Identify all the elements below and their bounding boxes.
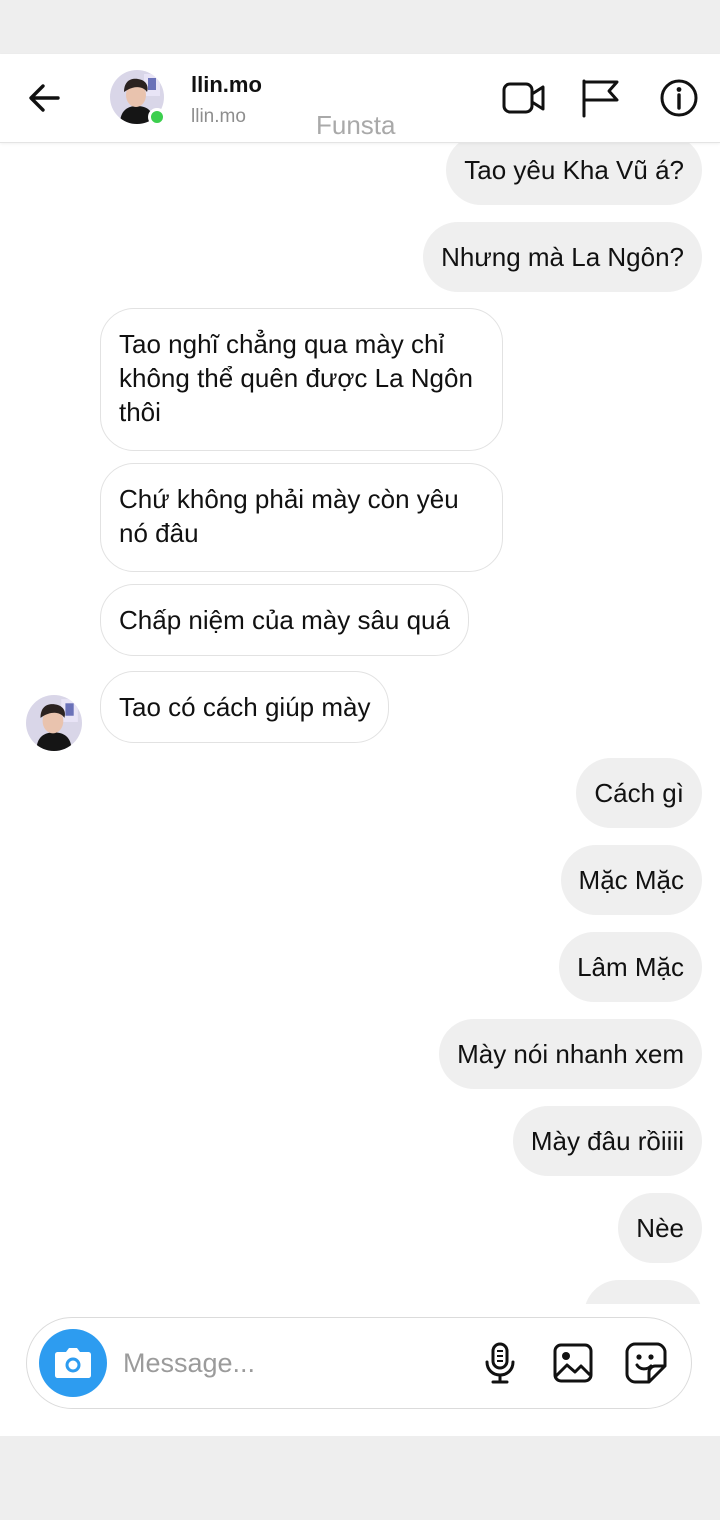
message-bubble-outgoing[interactable]: Nhưng mà La Ngôn? <box>423 222 702 292</box>
arrow-left-icon <box>29 84 60 112</box>
sticker-icon <box>625 1342 667 1384</box>
video-call-button[interactable] <box>500 74 548 122</box>
info-button[interactable] <box>655 74 703 122</box>
camera-icon <box>55 1348 91 1378</box>
contact-username: llin.mo <box>191 106 246 127</box>
message-bubble-outgoing[interactable]: Mày đâu rồiiii <box>512 1106 702 1176</box>
video-camera-icon <box>502 82 545 114</box>
message-bubble-incoming[interactable]: Tao nghĩ chẳng qua mày chỉ không thể quê… <box>100 308 503 451</box>
watermark-text: Funsta <box>316 110 396 140</box>
microphone-icon <box>485 1342 515 1384</box>
message-bubble-outgoing-partial[interactable] <box>584 1280 702 1304</box>
flag-icon <box>582 79 619 118</box>
message-bubble-incoming[interactable]: Chứ không phải mày còn yêu nó đâu <box>100 463 503 572</box>
message-bubble-outgoing[interactable]: Tao yêu Kha Vũ á? <box>446 142 702 205</box>
status-bar-area <box>0 0 720 54</box>
message-bubble-outgoing[interactable]: Cách gì <box>576 758 702 828</box>
navigation-bar-area <box>0 1436 720 1520</box>
back-button[interactable] <box>22 76 66 120</box>
online-status-dot <box>148 108 166 126</box>
message-bubble-incoming[interactable]: Tao có cách giúp mày <box>100 671 390 743</box>
camera-button[interactable] <box>39 1329 107 1397</box>
sender-avatar[interactable] <box>26 695 82 751</box>
chat-header: llin.mo llin.mo Funsta <box>0 54 720 143</box>
message-bubble-outgoing[interactable]: Lâm Mặc <box>559 932 702 1002</box>
contact-name[interactable]: llin.mo <box>191 72 262 98</box>
gallery-button[interactable] <box>550 1340 596 1386</box>
message-bubble-outgoing[interactable]: Mày nói nhanh xem <box>439 1019 702 1089</box>
report-flag-button[interactable] <box>576 74 624 122</box>
voice-message-button[interactable] <box>477 1340 523 1386</box>
message-input[interactable] <box>123 1340 463 1386</box>
message-bubble-outgoing[interactable]: Nèe <box>618 1193 702 1263</box>
message-bubble-outgoing[interactable]: Mặc Mặc <box>560 845 702 915</box>
info-icon <box>660 79 698 117</box>
message-bubble-incoming[interactable]: Chấp niệm của mày sâu quá <box>100 584 469 656</box>
message-thread[interactable]: Tao yêu Kha Vũ á? Nhưng mà La Ngôn? Tao … <box>0 142 720 1304</box>
contact-avatar[interactable] <box>110 70 166 126</box>
message-composer <box>26 1317 692 1409</box>
image-icon <box>553 1343 593 1383</box>
avatar-image <box>26 695 82 751</box>
sticker-button[interactable] <box>623 1340 669 1386</box>
